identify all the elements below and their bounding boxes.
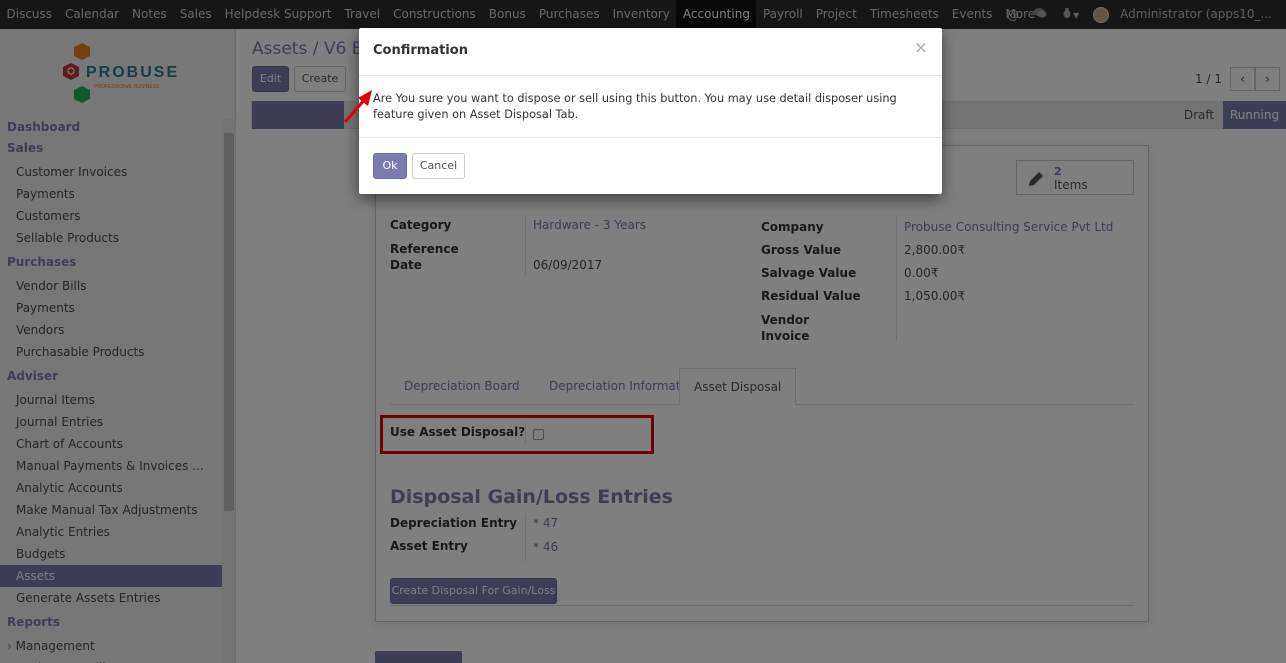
cancel-button[interactable]: Cancel — [412, 153, 465, 179]
modal-footer: Ok Cancel — [359, 138, 942, 194]
confirmation-dialog: Confirmation × Are You sure you want to … — [359, 28, 942, 194]
annotation-arrow-icon — [343, 90, 372, 123]
ok-button[interactable]: Ok — [373, 153, 407, 179]
modal-title: Confirmation — [373, 43, 468, 58]
close-icon[interactable]: × — [914, 38, 928, 58]
modal-body: Are You sure you want to dispose or sell… — [359, 76, 942, 138]
modal-header: Confirmation × — [359, 28, 942, 76]
